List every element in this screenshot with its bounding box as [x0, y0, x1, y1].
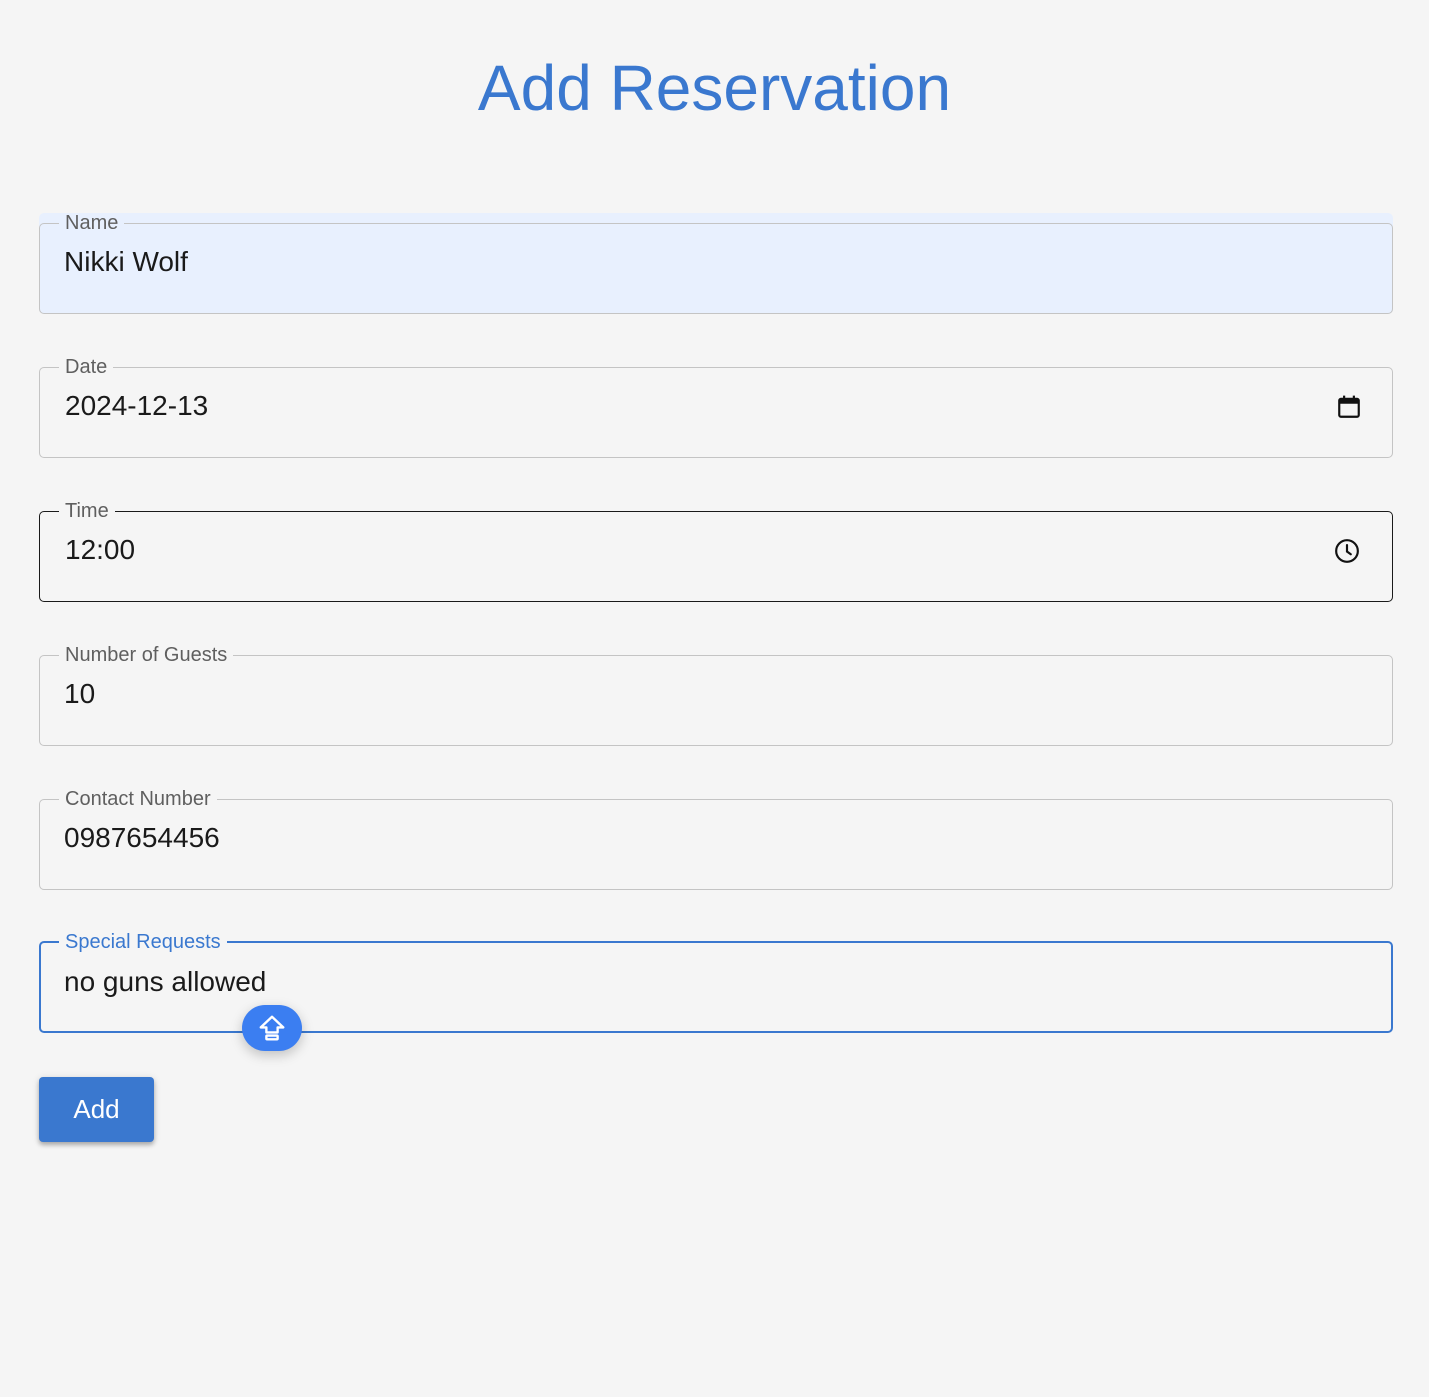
guests-input-value[interactable]: 10 — [64, 676, 95, 712]
guests-field[interactable]: Number of Guests 10 — [39, 645, 1393, 746]
date-field-label: Date — [65, 356, 108, 378]
calendar-icon[interactable] — [1335, 393, 1363, 421]
special-requests-field-label: Special Requests — [65, 931, 221, 953]
special-requests-field[interactable]: Special Requests no guns allowed — [39, 932, 1393, 1033]
add-button[interactable]: Add — [39, 1077, 154, 1142]
name-field[interactable]: Name Nikki Wolf — [39, 213, 1393, 314]
time-input-value[interactable]: 12:00 — [65, 532, 135, 568]
contact-field[interactable]: Contact Number 0987654456 — [39, 789, 1393, 890]
time-field[interactable]: Time 12:00 — [39, 501, 1393, 602]
clock-icon[interactable] — [1333, 537, 1361, 565]
time-field-label: Time — [65, 500, 109, 522]
guests-field-label: Number of Guests — [65, 644, 228, 666]
date-input-value[interactable]: 2024-12-13 — [65, 388, 208, 424]
date-field[interactable]: Date 2024-12-13 — [39, 357, 1393, 458]
date-field-outline: Date — [39, 357, 1393, 458]
floating-helper-button[interactable] — [242, 1005, 302, 1051]
page-title: Add Reservation — [477, 52, 952, 124]
time-field-outline: Time — [39, 501, 1393, 602]
contact-field-label: Contact Number — [65, 788, 211, 810]
contact-field-outline: Contact Number — [39, 789, 1393, 890]
name-input-value[interactable]: Nikki Wolf — [64, 244, 188, 280]
special-requests-input-value[interactable]: no guns allowed — [64, 964, 266, 1000]
shift-arrow-up-icon — [257, 1013, 287, 1043]
guests-field-outline: Number of Guests — [39, 645, 1393, 746]
contact-input-value[interactable]: 0987654456 — [64, 820, 220, 856]
name-field-label: Name — [65, 212, 119, 234]
reservation-page: Add Reservation Name Nikki Wolf Date 202… — [0, 0, 1429, 1397]
name-field-outline: Name — [39, 213, 1393, 314]
